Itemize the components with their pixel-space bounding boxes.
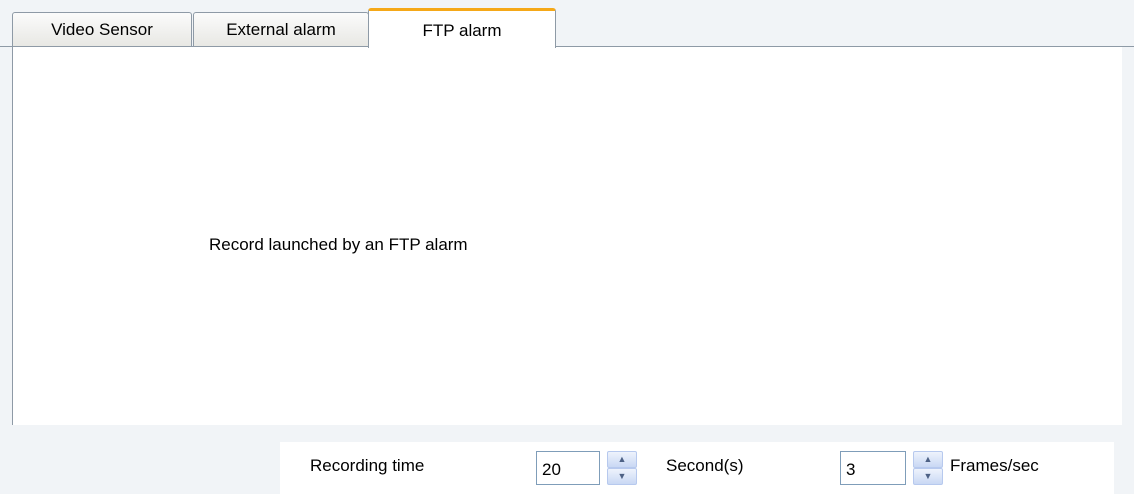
- recording-time-label: Recording time: [310, 456, 425, 475]
- chevron-down-icon[interactable]: ▼: [913, 468, 943, 485]
- frame-rate-stepper[interactable]: ▲ ▼: [913, 451, 943, 485]
- frame-rate-unit: Frames/sec: [950, 456, 1039, 475]
- tab-ftp-alarm[interactable]: FTP alarm: [368, 8, 556, 48]
- chevron-up-icon[interactable]: ▲: [607, 451, 637, 468]
- frame-rate-input[interactable]: [840, 451, 906, 485]
- ftp-alarm-panel: Record launched by an FTP alarm: [12, 47, 1122, 425]
- recording-settings-bar: Recording time ▲ ▼ Second(s) ▲ ▼ Frames/…: [280, 442, 1114, 494]
- recording-time-stepper[interactable]: ▲ ▼: [607, 451, 637, 485]
- tab-external-alarm[interactable]: External alarm: [193, 12, 369, 46]
- chevron-up-icon[interactable]: ▲: [913, 451, 943, 468]
- recording-time-unit: Second(s): [666, 456, 744, 475]
- recording-time-input[interactable]: [536, 451, 600, 485]
- tab-video-sensor[interactable]: Video Sensor: [12, 12, 192, 46]
- panel-description: Record launched by an FTP alarm: [209, 235, 468, 254]
- tab-strip: Video Sensor External alarm FTP alarm: [0, 0, 1134, 48]
- chevron-down-icon[interactable]: ▼: [607, 468, 637, 485]
